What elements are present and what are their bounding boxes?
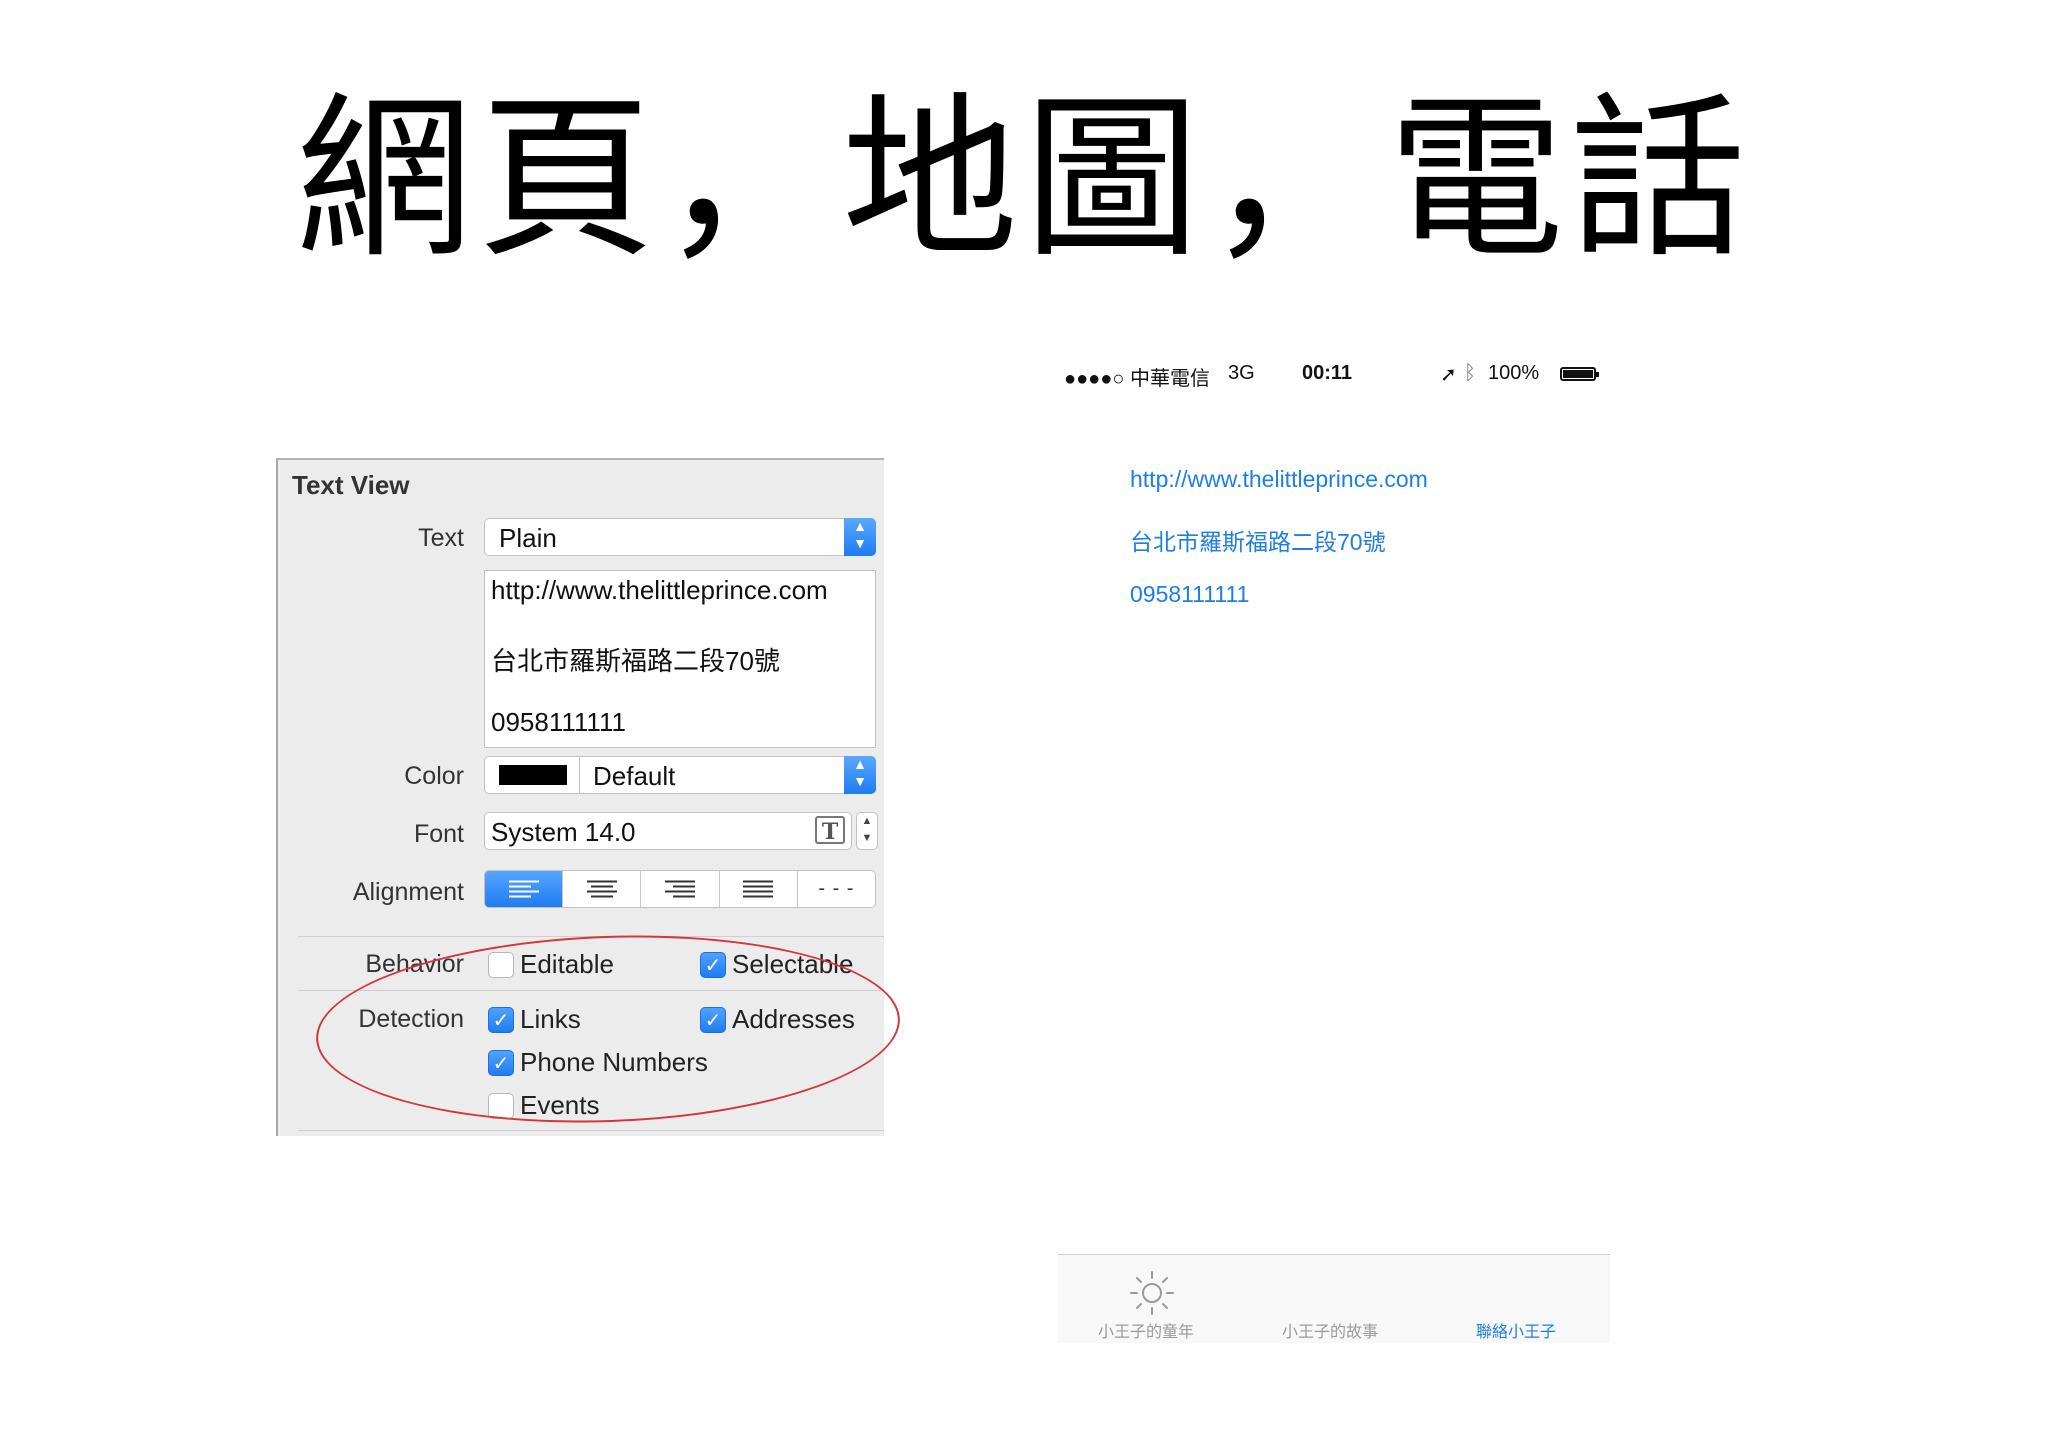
right-align-icon[interactable] <box>641 871 720 907</box>
link-address[interactable]: 台北市羅斯福路二段70號 <box>1130 523 1386 557</box>
text-label: Text <box>418 524 464 552</box>
font-label: Font <box>413 820 464 848</box>
natural-align-icon[interactable]: - - - <box>798 871 875 907</box>
status-carrier: ●●●●○ 中華電信 <box>1064 368 1210 390</box>
popup-chevron-icon: ▲ ▼ <box>844 756 876 794</box>
location-arrow-icon: ➚ <box>1440 364 1457 386</box>
tab-childhood[interactable]: 小王子的童年 <box>1098 1318 1194 1342</box>
inspector-section-title: Text View <box>292 470 410 500</box>
tab-contact[interactable]: 聯絡小王子 <box>1476 1318 1556 1342</box>
status-time: 00:11 <box>1302 362 1353 384</box>
font-value: System 14.0 <box>491 817 636 847</box>
left-align-icon[interactable] <box>485 871 564 907</box>
battery-icon <box>1560 367 1599 381</box>
font-field[interactable]: System 14.0 T <box>484 812 852 850</box>
font-picker-icon[interactable]: T <box>815 816 845 845</box>
justify-align-icon[interactable] <box>720 871 798 907</box>
text-line-address: 台北市羅斯福路二段70號 <box>491 646 780 676</box>
popup-chevron-icon: ▲ ▼ <box>844 518 876 556</box>
text-content-area[interactable]: http://www.thelittleprince.com 台北市羅斯福路二段… <box>484 570 876 748</box>
text-line-phone: 0958111111 <box>491 707 626 737</box>
font-size-stepper[interactable]: ▲ ▼ <box>856 812 878 850</box>
link-url[interactable]: http://www.thelittleprince.com <box>1130 466 1428 493</box>
text-type-popup[interactable]: Plain ▲ ▼ <box>484 518 876 556</box>
center-align-icon[interactable] <box>563 871 642 907</box>
tab-bar: 小王子的童年 小王子的故事 聯絡小王子 <box>1058 1254 1610 1343</box>
text-type-value: Plain <box>499 523 557 553</box>
link-phone[interactable]: 0958111111 <box>1130 581 1249 608</box>
sun-icon <box>1130 1271 1174 1315</box>
status-network: 3G <box>1228 362 1255 384</box>
color-value: Default <box>593 761 676 791</box>
bluetooth-icon: ᛒ <box>1464 362 1476 384</box>
alignment-label: Alignment <box>352 878 464 906</box>
color-divider <box>579 757 580 793</box>
slide-title: 網頁，地圖，電話 <box>295 77 1752 282</box>
color-swatch <box>499 765 567 785</box>
color-popup[interactable]: Default ▲ ▼ <box>484 756 876 794</box>
alignment-segmented-control[interactable]: - - - <box>484 870 876 908</box>
color-label: Color <box>404 762 464 790</box>
divider <box>298 1130 884 1131</box>
tab-story[interactable]: 小王子的故事 <box>1282 1318 1378 1342</box>
text-line-url: http://www.thelittleprince.com <box>491 575 828 605</box>
status-battery: 100% <box>1488 362 1540 384</box>
